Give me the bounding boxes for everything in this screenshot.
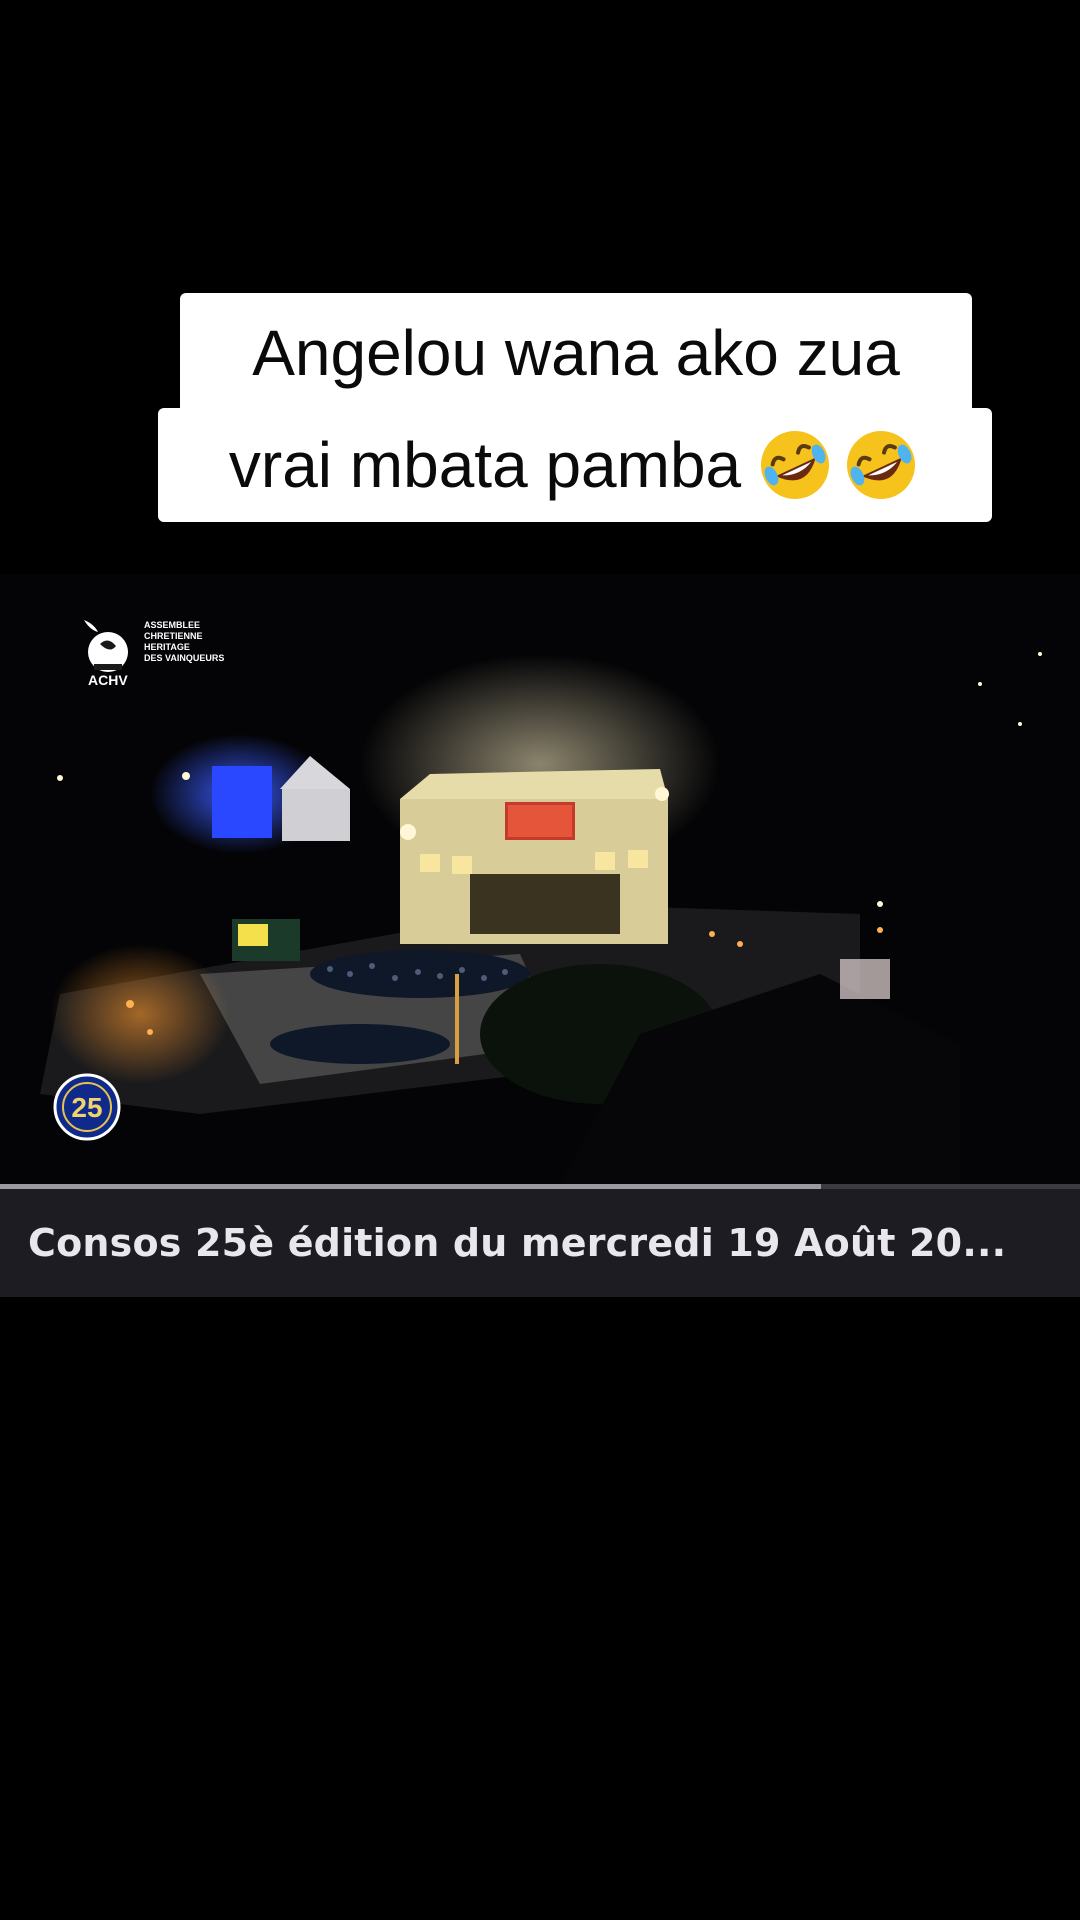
achv-abbr: ACHV xyxy=(88,672,128,688)
badge-number: 25 xyxy=(71,1092,103,1123)
caption-line-1-text: Angelou wana ako zua xyxy=(252,317,900,389)
rolling-laughing-emoji-icon xyxy=(761,431,830,499)
achv-name-line: HERITAGE xyxy=(144,642,190,652)
caption-line-2: vrai mbata pamba xyxy=(158,408,992,522)
rolling-laughing-emoji-icon xyxy=(847,431,916,499)
achv-name-line: ASSEMBLEE xyxy=(144,620,201,630)
achv-logo: ACHV ASSEMBLEE CHRETIENNE HERITAGE DES V… xyxy=(70,614,250,688)
achv-name-line: DES VAINQUEURS xyxy=(144,653,225,663)
video-player[interactable]: ACHV ASSEMBLEE CHRETIENNE HERITAGE DES V… xyxy=(0,574,1080,1184)
achv-name: ASSEMBLEE CHRETIENNE HERITAGE DES VAINQU… xyxy=(144,620,224,664)
video-title-text: Consos 25è édition du mercredi 19 Août 2… xyxy=(28,1221,1007,1265)
achv-name-line: CHRETIENNE xyxy=(144,631,203,641)
anniversary-badge: 25 xyxy=(52,1072,122,1142)
video-title-bar: Consos 25è édition du mercredi 19 Août 2… xyxy=(0,1189,1080,1297)
caption-line-1: Angelou wana ako zua xyxy=(180,293,972,413)
caption-line-2-text: vrai mbata pamba xyxy=(228,429,742,501)
